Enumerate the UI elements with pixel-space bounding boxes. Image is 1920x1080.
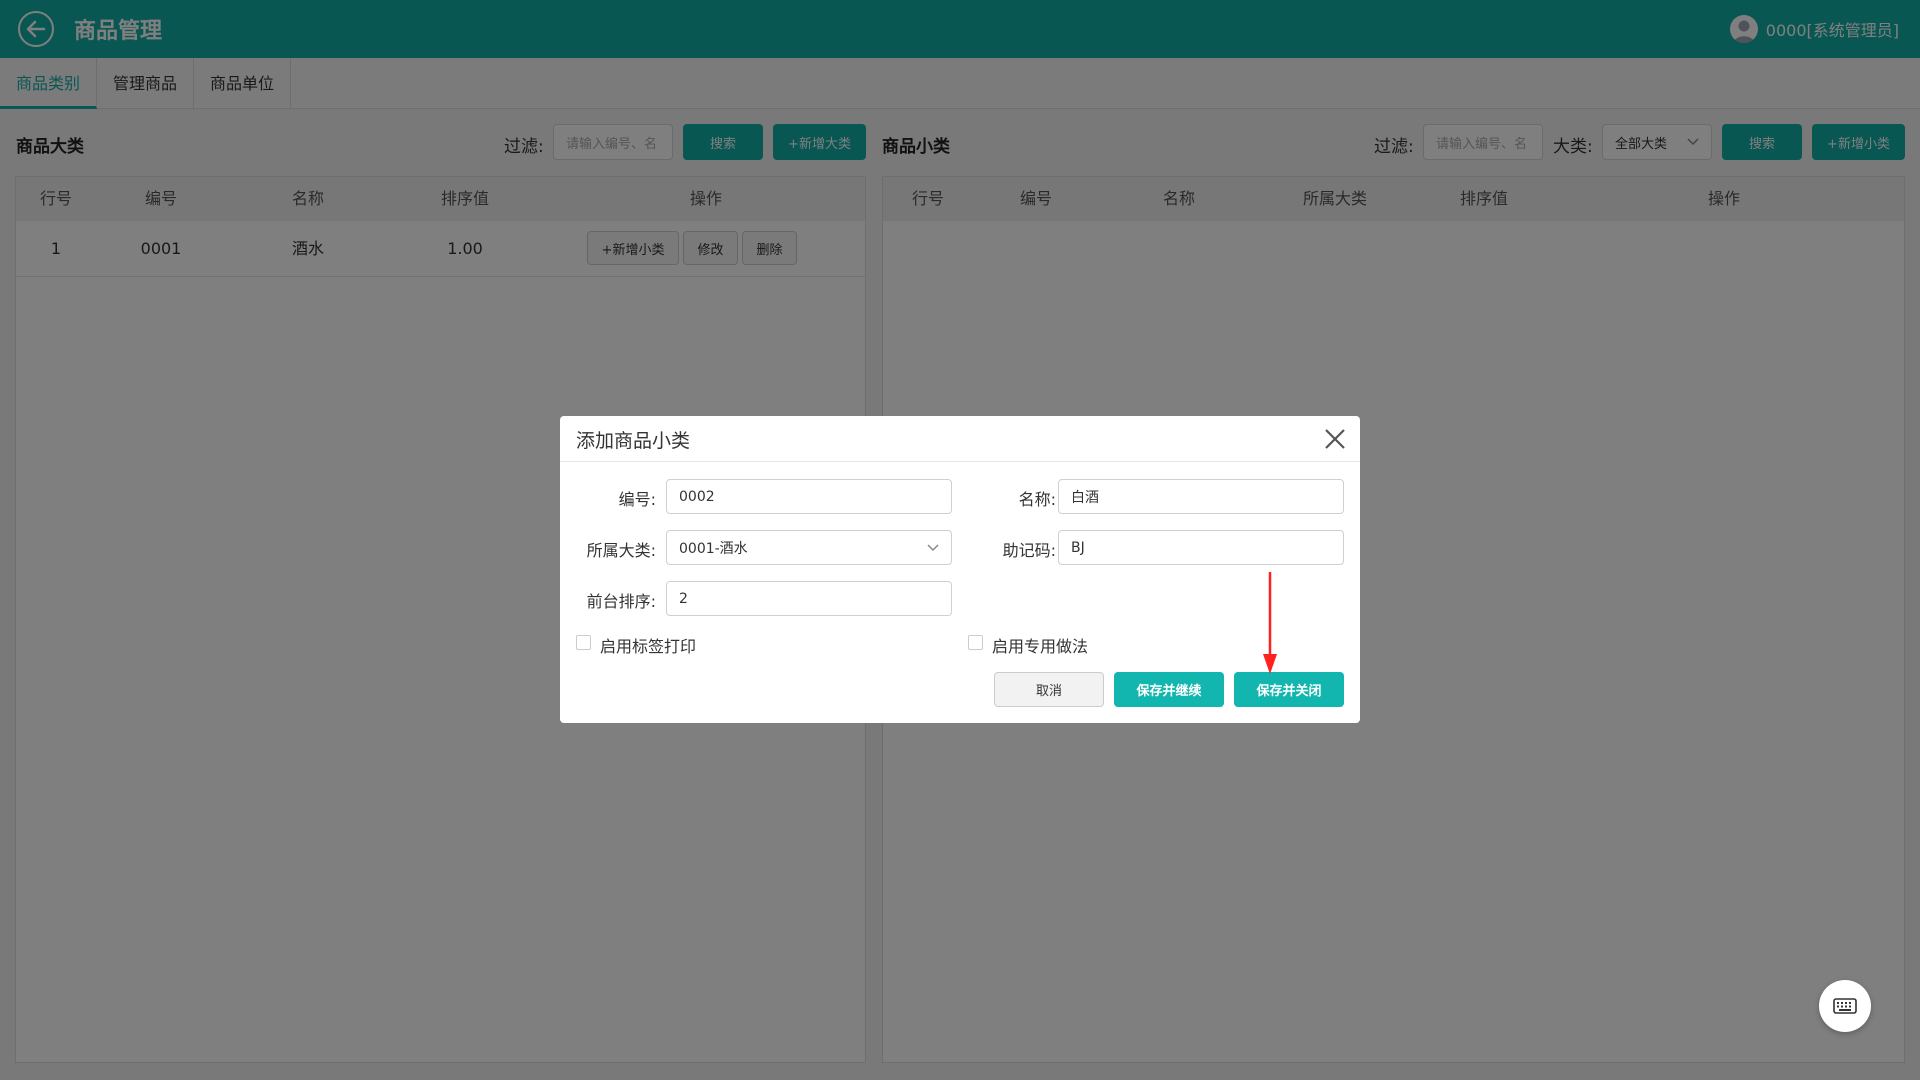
front-order-value: 2	[679, 590, 688, 607]
mnemonic-input[interactable]: BJ	[1058, 530, 1344, 565]
dialog-header: 添加商品小类	[560, 416, 1360, 462]
special-method-label[interactable]: 启用专用做法	[992, 633, 1088, 657]
dialog-title: 添加商品小类	[576, 430, 691, 452]
code-value: 0002	[679, 488, 715, 505]
keyboard-icon[interactable]	[1819, 980, 1871, 1032]
add-subcategory-dialog: 添加商品小类 编号: 0002 名称: 白酒 所属大类: 0001-酒水 助记码…	[560, 416, 1360, 723]
parent-category-label: 所属大类:	[586, 541, 656, 560]
name-label: 名称:	[1018, 490, 1056, 509]
front-order-label: 前台排序:	[586, 592, 656, 611]
name-input[interactable]: 白酒	[1058, 479, 1344, 514]
annotation-arrow-icon	[1263, 572, 1277, 674]
label-print-label[interactable]: 启用标签打印	[600, 633, 696, 657]
label-print-checkbox[interactable]	[576, 635, 591, 650]
cancel-button[interactable]: 取消	[994, 672, 1104, 707]
parent-category-value: 0001-酒水	[679, 540, 748, 557]
name-value: 白酒	[1071, 489, 1099, 506]
front-order-input[interactable]: 2	[666, 581, 952, 616]
chevron-down-icon	[927, 543, 939, 551]
save-continue-button[interactable]: 保存并继续	[1114, 672, 1224, 707]
code-label: 编号:	[618, 490, 656, 509]
save-close-button[interactable]: 保存并关闭	[1234, 672, 1344, 707]
parent-category-select[interactable]: 0001-酒水	[666, 530, 952, 565]
mnemonic-value: BJ	[1071, 539, 1085, 556]
mnemonic-label: 助记码:	[1002, 541, 1056, 560]
code-input[interactable]: 0002	[666, 479, 952, 514]
close-icon[interactable]	[1322, 426, 1348, 452]
special-method-checkbox[interactable]	[968, 635, 983, 650]
